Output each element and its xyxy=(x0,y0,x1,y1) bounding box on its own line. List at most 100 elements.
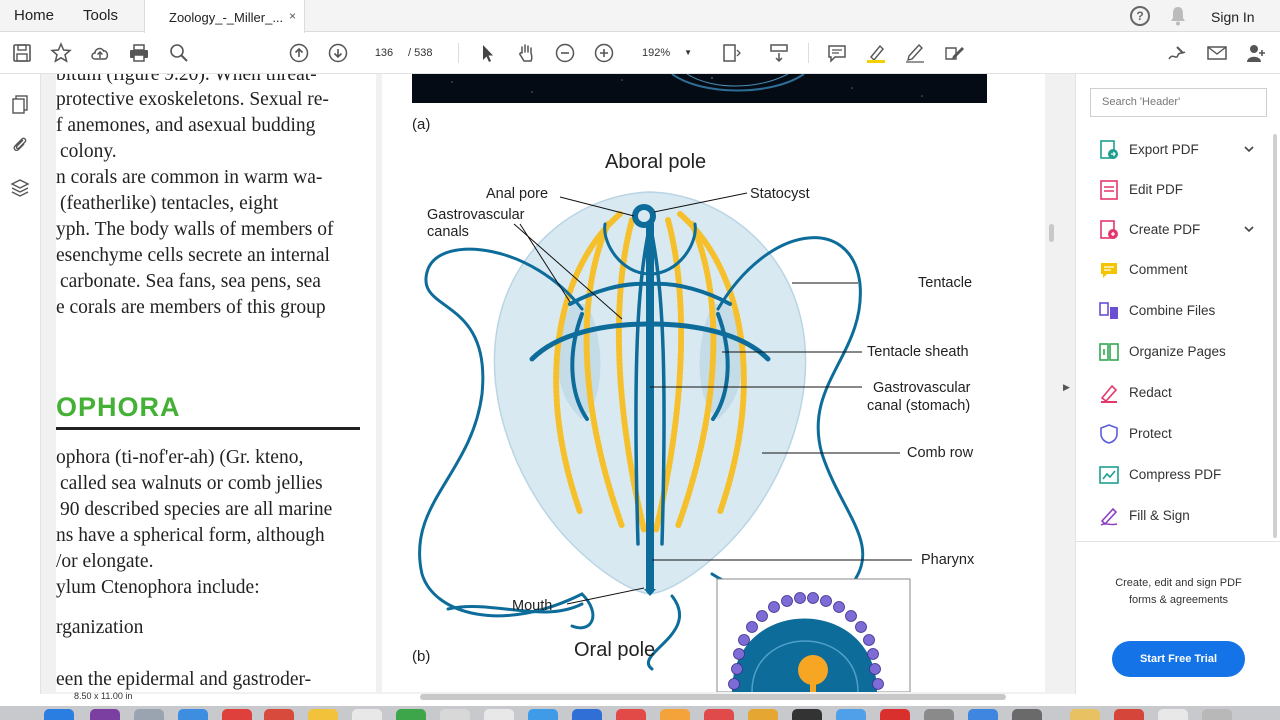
next-page-icon[interactable] xyxy=(327,42,349,64)
collapse-right-panel-icon[interactable]: ▶ xyxy=(1063,382,1070,393)
tool-label: Comment xyxy=(1129,262,1188,277)
label-comb-row: Comb row xyxy=(907,445,974,461)
figure-label-b: (b) xyxy=(412,648,431,665)
export-pdf-icon xyxy=(1100,140,1118,159)
chevron-down-icon: ▼ xyxy=(684,48,692,57)
body-text-line: ophora (ti-nof'er-ah) (Gr. kteno, xyxy=(56,447,304,468)
draw-pen-icon[interactable] xyxy=(904,42,926,64)
app-icon[interactable] xyxy=(264,709,294,720)
app-icon[interactable] xyxy=(792,709,822,720)
sign-icon[interactable] xyxy=(1166,42,1188,64)
app-icon[interactable] xyxy=(484,709,514,720)
app-icon[interactable] xyxy=(1012,709,1042,720)
scroll-mode-icon[interactable] xyxy=(768,42,790,64)
tool-export-pdf[interactable]: Export PDF xyxy=(1098,139,1273,163)
app-icon[interactable] xyxy=(528,709,558,720)
select-cursor-icon[interactable] xyxy=(477,42,499,64)
tool-protect[interactable]: Protect xyxy=(1098,423,1273,447)
app-icon[interactable] xyxy=(616,709,646,720)
tab-bar: Home Tools Zoology_-_Miller_... × ? Sign… xyxy=(0,0,1280,33)
app-icon[interactable] xyxy=(396,709,426,720)
tool-organize-pages[interactable]: Organize Pages xyxy=(1098,341,1273,365)
app-icon[interactable] xyxy=(836,709,866,720)
star-icon[interactable] xyxy=(50,42,72,64)
app-icon[interactable] xyxy=(134,709,164,720)
label-mouth: Mouth xyxy=(512,598,553,614)
folder-icon[interactable] xyxy=(1070,709,1100,720)
tool-edit-pdf[interactable]: Edit PDF xyxy=(1098,179,1273,203)
tool-label: Redact xyxy=(1129,385,1172,400)
app-icon[interactable] xyxy=(90,709,120,720)
highlight-icon[interactable] xyxy=(865,42,887,64)
sign-in-link[interactable]: Sign In xyxy=(1211,9,1255,25)
tool-redact[interactable]: Redact xyxy=(1098,382,1273,406)
zoom-search-icon[interactable] xyxy=(168,42,190,64)
finder-icon[interactable] xyxy=(44,709,74,720)
label-gastrovascular-canal-2: canal (stomach) xyxy=(867,398,971,414)
tab-tools[interactable]: Tools xyxy=(83,7,118,24)
attachment-icon[interactable] xyxy=(10,134,30,154)
tool-fill-sign[interactable]: Fill & Sign xyxy=(1098,505,1273,529)
compress-pdf-icon xyxy=(1099,466,1119,484)
share-user-icon[interactable] xyxy=(1245,42,1267,64)
notes-icon[interactable] xyxy=(308,709,338,720)
trash-icon[interactable] xyxy=(1202,709,1232,720)
app-icon[interactable] xyxy=(352,709,382,720)
app-icon[interactable] xyxy=(748,709,778,720)
combine-files-icon xyxy=(1099,302,1118,319)
app-icon[interactable] xyxy=(968,709,998,720)
app-icon[interactable] xyxy=(704,709,734,720)
app-icon[interactable] xyxy=(440,709,470,720)
app-icon[interactable] xyxy=(572,709,602,720)
hand-tool-icon[interactable] xyxy=(515,42,537,64)
layers-icon[interactable] xyxy=(10,178,30,198)
app-icon[interactable] xyxy=(1158,709,1188,720)
search-tools-input[interactable]: Search 'Header' xyxy=(1090,88,1267,117)
label-statocyst: Statocyst xyxy=(750,186,810,202)
zoom-level-dropdown[interactable]: 192% ▼ xyxy=(628,43,696,63)
label-tentacle: Tentacle xyxy=(918,275,973,291)
tool-compress-pdf[interactable]: Compress PDF xyxy=(1098,464,1273,488)
tab-document-title: Zoology_-_Miller_... xyxy=(169,10,284,25)
app-icon[interactable] xyxy=(178,709,208,720)
zoom-in-icon[interactable] xyxy=(593,42,615,64)
horizontal-scrollbar[interactable] xyxy=(420,694,1006,700)
panel-divider xyxy=(1076,541,1280,542)
zoom-out-icon[interactable] xyxy=(554,42,576,64)
print-icon[interactable] xyxy=(128,42,150,64)
app-icon[interactable] xyxy=(924,709,954,720)
previous-page-icon[interactable] xyxy=(288,42,310,64)
page-fit-icon[interactable] xyxy=(720,42,742,64)
acrobat-icon[interactable] xyxy=(880,709,910,720)
tool-create-pdf[interactable]: Create PDF xyxy=(1098,219,1273,243)
chevron-down-icon[interactable] xyxy=(1242,222,1256,236)
app-icon[interactable] xyxy=(660,709,690,720)
body-text-line: protective exoskeletons. Sexual re- xyxy=(56,89,329,110)
start-free-trial-button[interactable]: Start Free Trial xyxy=(1112,641,1245,677)
chevron-down-icon[interactable] xyxy=(1242,142,1256,156)
app-icon[interactable] xyxy=(1114,709,1144,720)
promo-line-2: forms & agreements xyxy=(1128,594,1229,606)
close-tab-icon[interactable]: × xyxy=(289,9,296,23)
calendar-icon[interactable] xyxy=(222,709,252,720)
tools-panel-scrollbar[interactable] xyxy=(1273,134,1277,538)
comment-tool-icon xyxy=(1101,263,1117,278)
save-icon[interactable] xyxy=(11,42,33,64)
section-rule xyxy=(56,427,360,430)
vertical-scrollbar[interactable] xyxy=(1049,224,1054,242)
body-text-line: rganization xyxy=(56,617,144,638)
comment-icon[interactable] xyxy=(826,42,848,64)
bell-icon[interactable] xyxy=(1169,6,1187,26)
cloud-upload-icon[interactable] xyxy=(89,42,111,64)
email-icon[interactable] xyxy=(1206,42,1228,64)
tool-combine-files[interactable]: Combine Files xyxy=(1098,300,1273,324)
tool-comment[interactable]: Comment xyxy=(1098,259,1273,283)
edit-pdf-icon xyxy=(1100,180,1118,200)
edit-text-icon[interactable] xyxy=(943,42,965,64)
page-thumbnails-icon[interactable] xyxy=(10,94,30,114)
tab-document[interactable]: Zoology_-_Miller_... × xyxy=(144,0,305,33)
tab-home[interactable]: Home xyxy=(14,7,54,24)
promo-line-1: Create, edit and sign PDF xyxy=(1115,577,1242,589)
page-number-input[interactable]: 136 xyxy=(366,43,402,63)
help-icon[interactable]: ? xyxy=(1130,6,1150,26)
